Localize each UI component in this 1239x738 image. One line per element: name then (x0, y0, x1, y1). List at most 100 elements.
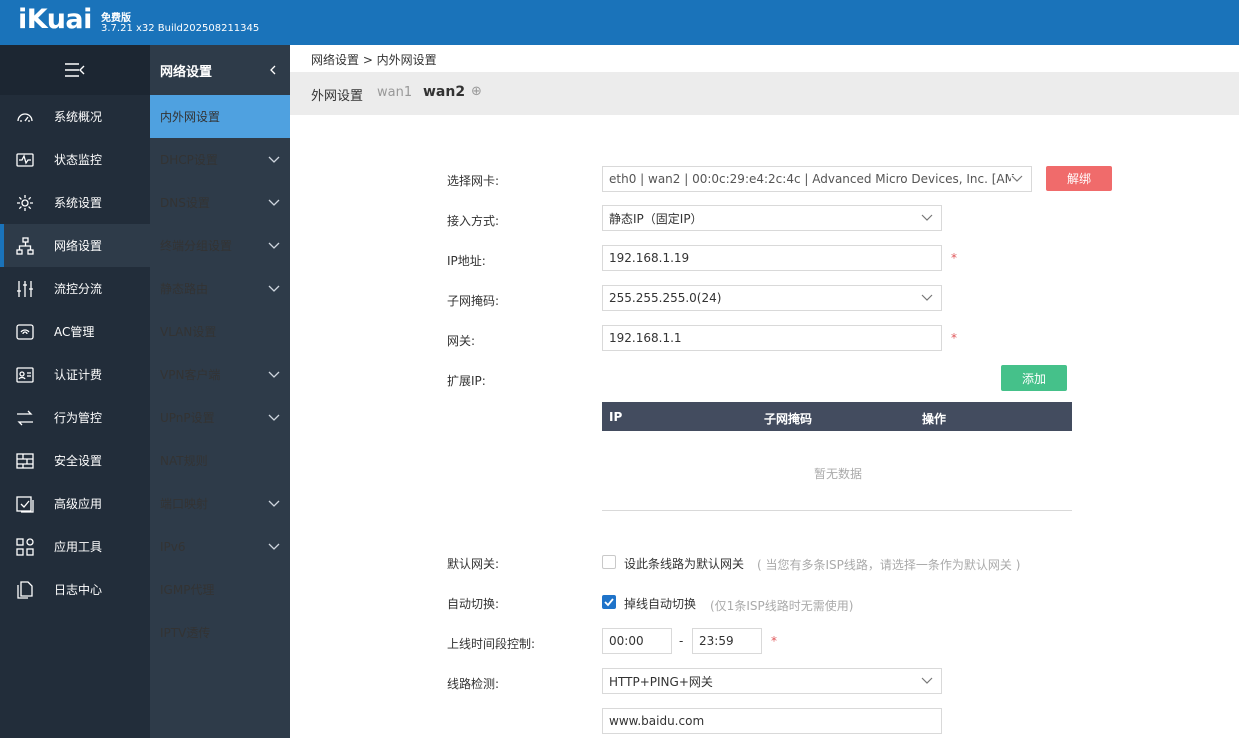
line-detect-select[interactable]: HTTP+PING+网关 (602, 668, 942, 694)
nav-item-4[interactable]: 流控分流 (0, 267, 150, 310)
ikuai-logo: iKuai (18, 4, 92, 35)
sub-nav-item-6[interactable]: VPN客户端 (150, 353, 290, 396)
sub-nav-item-label: IPTV透传 (160, 626, 211, 640)
chevron-down-icon (1011, 175, 1023, 183)
time-separator: - (679, 634, 684, 648)
sub-nav-item-5[interactable]: VLAN设置 (150, 310, 290, 353)
sliders-icon (15, 279, 35, 299)
nav-item-label: 安全设置 (54, 454, 103, 468)
nav-item-6[interactable]: 认证计费 (0, 353, 150, 396)
sub-nav-item-0[interactable]: 内外网设置 (150, 95, 290, 138)
menu-toggle-button[interactable] (0, 45, 150, 95)
nav-item-label: 高级应用 (54, 497, 103, 511)
time-start-input[interactable]: 00:00 (602, 628, 672, 654)
nav-item-11[interactable]: 日志中心 (0, 568, 150, 611)
collapse-left-icon (270, 65, 276, 75)
nav-item-8[interactable]: 安全设置 (0, 439, 150, 482)
nav-item-10[interactable]: 应用工具 (0, 525, 150, 568)
required-mark: * (951, 251, 957, 265)
chevron-down-icon (268, 156, 280, 163)
check-board-icon (15, 494, 35, 514)
nic-select[interactable]: eth0 | wan2 | 00:0c:29:e4:2c:4c | Advanc… (602, 166, 1032, 192)
tab-section-title: 外网设置 (311, 89, 364, 104)
mask-select[interactable]: 255.255.255.0(24) (602, 285, 942, 311)
detect-host-input[interactable]: www.baidu.com (602, 708, 942, 734)
default-gw-checkbox[interactable] (602, 555, 616, 569)
col-mask: 子网掩码 (764, 412, 813, 426)
firewall-icon (15, 451, 35, 471)
line-detect-value: HTTP+PING+网关 (609, 674, 713, 689)
sub-nav-item-2[interactable]: DNS设置 (150, 181, 290, 224)
id-card-icon (15, 365, 35, 385)
access-method-value: 静态IP（固定IP） (609, 211, 703, 226)
nav-item-label: 行为管控 (54, 411, 103, 425)
nav-item-1[interactable]: 状态监控 (0, 138, 150, 181)
mask-value: 255.255.255.0(24) (609, 291, 722, 305)
unbind-button[interactable]: 解绑 (1046, 166, 1112, 191)
sub-nav-item-12[interactable]: IPTV透传 (150, 611, 290, 654)
table-divider (602, 510, 1072, 511)
online-time-label: 上线时间段控制: (447, 637, 536, 651)
chevron-down-icon (268, 371, 280, 378)
tab-wan1[interactable]: wan1 (377, 85, 412, 100)
nav-item-label: 日志中心 (54, 583, 103, 597)
nic-label: 选择网卡: (447, 174, 500, 188)
line-detect-label: 线路检测: (447, 677, 500, 691)
time-end-input[interactable]: 23:59 (692, 628, 762, 654)
auto-switch-checkbox[interactable] (602, 595, 616, 609)
nav-item-9[interactable]: 高级应用 (0, 482, 150, 525)
ip-label: IP地址: (447, 254, 486, 268)
add-ip-button[interactable]: 添加 (1001, 365, 1067, 391)
auto-switch-text: 掉线自动切换 (624, 597, 697, 611)
required-mark: * (771, 634, 777, 648)
default-gw-hint: ( 当您有多条ISP线路，请选择一条作为默认网关 ) (757, 558, 1021, 572)
nav-item-label: 系统概况 (54, 110, 103, 124)
tab-wan2[interactable]: wan2 (423, 84, 465, 100)
chevron-down-icon (268, 285, 280, 292)
nav-item-2[interactable]: 系统设置 (0, 181, 150, 224)
network-icon (15, 236, 35, 256)
monitor-icon (15, 150, 35, 170)
sub-nav-item-8[interactable]: NAT规则 (150, 439, 290, 482)
nav-item-7[interactable]: 行为管控 (0, 396, 150, 439)
chevron-down-icon (921, 677, 933, 684)
sub-nav-item-1[interactable]: DHCP设置 (150, 138, 290, 181)
sub-nav-item-label: DHCP设置 (160, 153, 218, 167)
ip-input[interactable]: 192.168.1.19 (602, 245, 942, 271)
nav-item-label: 状态监控 (54, 153, 103, 167)
nav-item-label: AC管理 (54, 325, 95, 339)
chevron-down-icon (268, 500, 280, 507)
sub-nav-item-label: 终端分组设置 (160, 239, 233, 253)
collapse-menu-icon (65, 63, 85, 77)
nav-item-3[interactable]: 网络设置 (0, 224, 150, 267)
sub-nav-item-4[interactable]: 静态路由 (150, 267, 290, 310)
sub-nav-item-label: IGMP代理 (160, 583, 215, 597)
sub-nav-item-11[interactable]: IGMP代理 (150, 568, 290, 611)
required-mark: * (951, 331, 957, 345)
sub-nav-item-label: VLAN设置 (160, 325, 217, 339)
documents-icon (15, 580, 35, 600)
nav-item-0[interactable]: 系统概况 (0, 95, 150, 138)
sub-sidebar-header[interactable]: 网络设置 (150, 45, 290, 95)
add-tab-icon[interactable]: ⊕ (471, 84, 482, 99)
sub-nav-item-label: 内外网设置 (160, 110, 221, 124)
sub-nav-item-7[interactable]: UPnP设置 (150, 396, 290, 439)
nav-item-5[interactable]: AC管理 (0, 310, 150, 353)
chevron-down-icon (268, 543, 280, 550)
access-method-select[interactable]: 静态IP（固定IP） (602, 205, 942, 231)
sub-nav-item-9[interactable]: 端口映射 (150, 482, 290, 525)
default-gw-label: 默认网关: (447, 557, 500, 571)
ext-ip-table-header: IP 子网掩码 操作 (602, 402, 1072, 431)
tools-icon (15, 537, 35, 557)
chevron-down-icon (921, 214, 933, 221)
default-gw-text: 设此条线路为默认网关 (624, 557, 745, 571)
ext-ip-label: 扩展IP: (447, 374, 486, 388)
checkmark-icon (604, 598, 614, 607)
sub-nav-item-3[interactable]: 终端分组设置 (150, 224, 290, 267)
sub-nav-item-10[interactable]: IPv6 (150, 525, 290, 568)
sub-nav-item-label: IPv6 (160, 539, 186, 554)
mask-label: 子网掩码: (447, 294, 500, 308)
col-action: 操作 (922, 412, 947, 426)
gateway-input[interactable]: 192.168.1.1 (602, 325, 942, 351)
auto-switch-label: 自动切换: (447, 597, 500, 611)
